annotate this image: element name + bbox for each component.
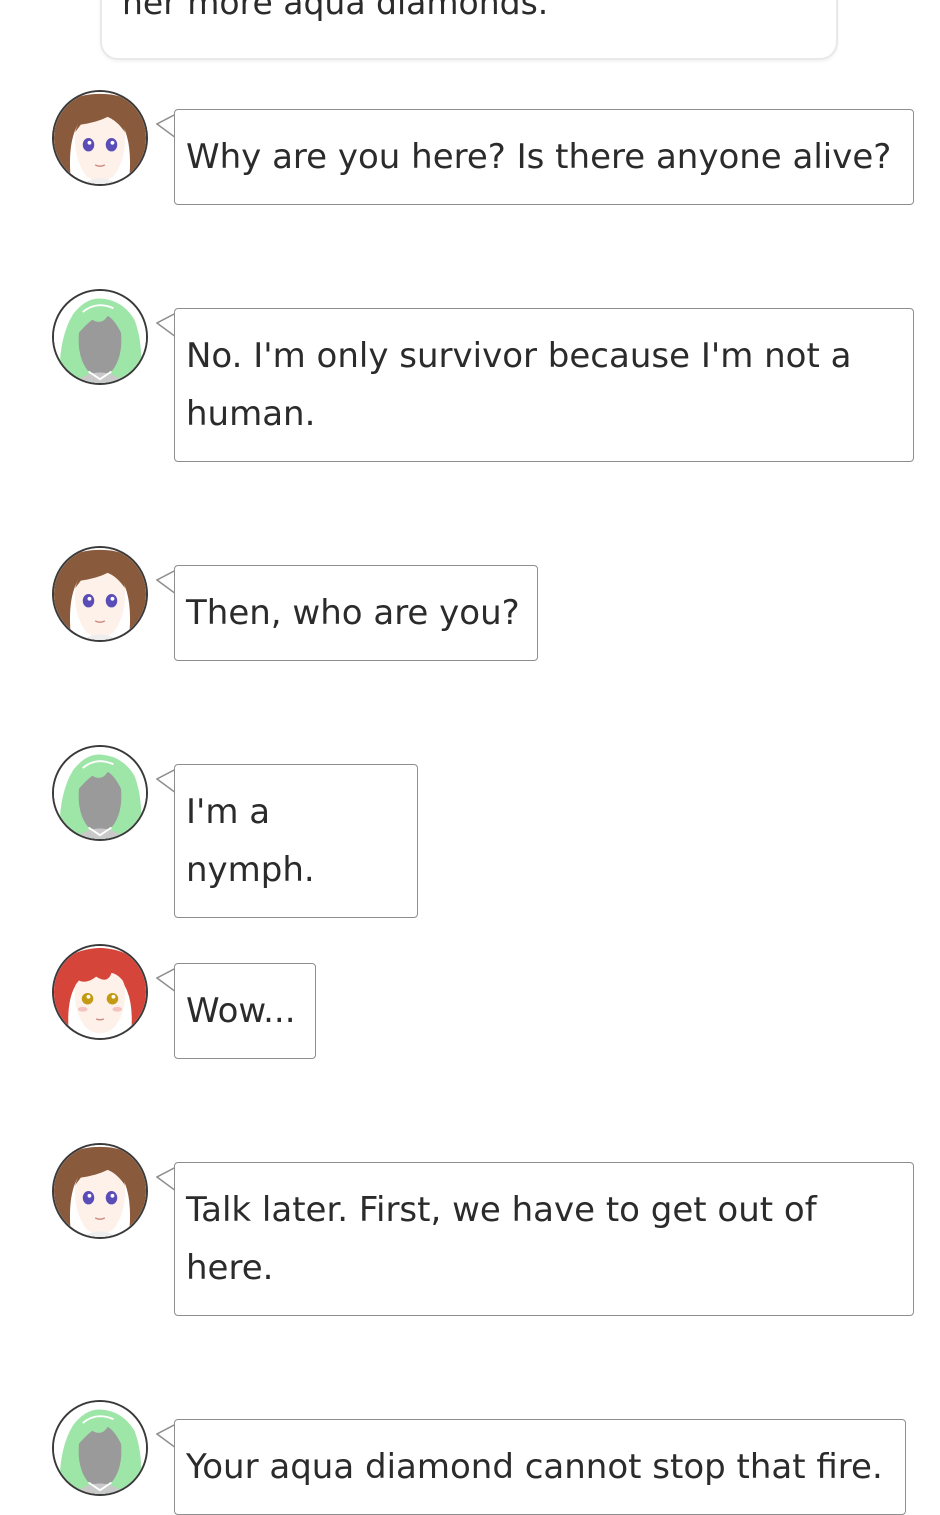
speech-bubble: Talk later. First, we have to get out of… — [174, 1162, 914, 1316]
message-text: Wow... — [186, 991, 296, 1031]
bubble-tail — [156, 112, 176, 140]
brown-hair-girl-avatar-icon[interactable] — [52, 1143, 148, 1239]
message-text: No. I'm only survivor because I'm not a … — [186, 336, 852, 434]
message-text: Your aqua diamond cannot stop that fire. — [186, 1447, 883, 1487]
green-hair-nymph-avatar-icon[interactable] — [52, 289, 148, 385]
speech-bubble: Then, who are you? — [174, 565, 538, 661]
brown-hair-girl-avatar-icon[interactable] — [52, 90, 148, 186]
speech-bubble: Why are you here? Is there anyone alive? — [174, 109, 914, 205]
narration-text: her more aqua diamonds. — [122, 0, 549, 22]
green-hair-nymph-avatar-icon[interactable] — [52, 1400, 148, 1496]
green-hair-nymph-avatar-icon[interactable] — [52, 745, 148, 841]
speech-bubble: Wow... — [174, 963, 316, 1059]
message-text: I'm a nymph. — [186, 792, 315, 890]
bubble-tail — [156, 1165, 176, 1193]
bubble-tail — [156, 1422, 176, 1450]
bubble-tail — [156, 568, 176, 596]
red-hair-girl-avatar-icon[interactable] — [52, 944, 148, 1040]
speech-bubble: Your aqua diamond cannot stop that fire. — [174, 1419, 906, 1515]
bubble-tail — [156, 966, 176, 994]
bubble-tail — [156, 767, 176, 795]
message-text: Then, who are you? — [186, 593, 520, 633]
brown-hair-girl-avatar-icon[interactable] — [52, 546, 148, 642]
bubble-tail — [156, 311, 176, 339]
message-text: Why are you here? Is there anyone alive? — [186, 137, 892, 177]
speech-bubble: No. I'm only survivor because I'm not a … — [174, 308, 914, 462]
speech-bubble: I'm a nymph. — [174, 764, 418, 918]
narration-card: her more aqua diamonds. — [100, 0, 838, 60]
message-text: Talk later. First, we have to get out of… — [186, 1190, 817, 1288]
